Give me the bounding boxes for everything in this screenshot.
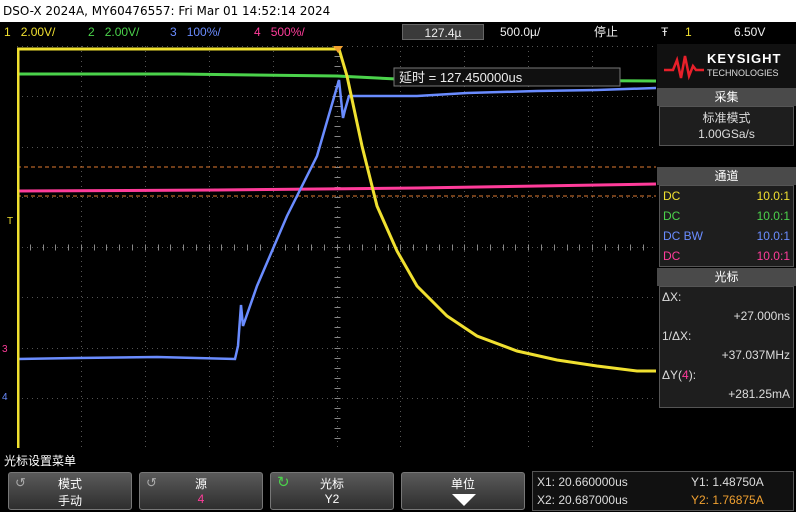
channel-4-ground-marker[interactable]: 4 — [2, 392, 8, 403]
inverse-delta-x-label: 1/ΔX: — [662, 329, 692, 343]
channel-3-info: DC BW 10.0:1 — [663, 227, 790, 245]
channel-4-scale[interactable]: 4 500%/ — [254, 22, 305, 42]
status-bar: 1 2.00V/ 2 2.00V/ 3 100%/ 4 500%/ 127.4µ 500… — [0, 22, 796, 42]
delta-x-value: +27.000ns — [733, 309, 790, 323]
channels-box: DC 10.0:1 DC 10.0:1 DC BW 10.0:1 DC 10.0:1 — [659, 185, 794, 267]
channel-number: 1 — [4, 25, 11, 39]
y1-readout: Y1: 1.48750A — [691, 475, 764, 489]
delta-y-label: ΔY(4): — [662, 366, 790, 384]
y2-readout: Y2: 1.76875A — [691, 493, 764, 507]
delta-y-label-start: ΔY( — [662, 368, 683, 382]
acquisition-box: 标准模式 1.00GSa/s — [659, 106, 794, 146]
probe-ratio: 10.0:1 — [756, 229, 790, 243]
channel-number: 3 — [170, 25, 177, 39]
graticule-ticks — [17, 46, 644, 439]
brand-subtitle: TECHNOLOGIES — [707, 68, 779, 78]
keysight-wave-icon — [664, 55, 704, 81]
coupling: DC — [663, 189, 681, 203]
delta-y-channel: 4 — [682, 368, 689, 382]
probe-ratio: 10.0:1 — [756, 209, 790, 223]
channel-scale-value: 2.00V/ — [20, 25, 56, 39]
channel-1-scale[interactable]: 1 2.00V/ — [4, 22, 55, 42]
softkey-value: 4 — [197, 492, 205, 506]
window-title: DSO-X 2024A, MY60476557: Fri Mar 01 14:5… — [0, 0, 796, 22]
channel-2-scale[interactable]: 2 2.00V/ — [88, 22, 139, 42]
softkey-title: 单位 — [450, 477, 475, 491]
cursors-softkey[interactable]: ↻ 光标 Y2 — [270, 472, 394, 510]
channel-number: 4 — [254, 25, 261, 39]
delta-y-value: +281.25mA — [728, 387, 790, 401]
coupling: DC — [663, 249, 681, 263]
x1-readout: X1: 20.660000us — [537, 475, 628, 489]
channel-1-info: DC 10.0:1 — [663, 187, 790, 205]
channel-4-trace — [17, 182, 656, 193]
channel-scale-value: 100%/ — [186, 25, 221, 39]
trigger-level[interactable]: 6.50V — [734, 22, 765, 42]
coupling: DC — [663, 209, 681, 223]
acquisition-header: 采集 — [657, 88, 796, 106]
coupling: DC BW — [663, 229, 703, 243]
submenu-arrow-icon — [452, 494, 476, 506]
softkey-value: 手动 — [57, 494, 82, 508]
channel-2-info: DC 10.0:1 — [663, 207, 790, 225]
waveform-graph: 延时 = 127.450000us — [17, 46, 656, 448]
info-panel: KEYSIGHT TECHNOLOGIES 采集 标准模式 1.00GSa/s … — [657, 44, 796, 450]
cursors-header: 光标 — [657, 268, 796, 286]
waveform-display[interactable]: 延时 = 127.450000us — [17, 46, 656, 448]
trigger-edge-icon: Ŧ — [661, 25, 669, 39]
trigger-source[interactable]: 1 — [685, 22, 692, 42]
channels-header: 通道 — [657, 167, 796, 185]
channel-3-scale[interactable]: 3 100%/ — [170, 22, 221, 42]
keysight-logo: KEYSIGHT TECHNOLOGIES — [657, 44, 796, 88]
delta-y-label-end: ): — [688, 368, 697, 382]
delay-label: 延时 = 127.450000us — [399, 70, 523, 85]
channel-scale-value: 500%/ — [270, 25, 305, 39]
softkey-title: 模式 — [57, 477, 82, 491]
channel-number: 2 — [88, 25, 95, 39]
source-softkey[interactable]: ↺ 源 4 — [139, 472, 263, 510]
menu-title: 光标设置菜单 — [4, 454, 77, 468]
softkey-value: Y2 — [324, 492, 340, 506]
run-state[interactable]: 停止 — [594, 22, 618, 42]
channel-1-trace — [17, 47, 656, 373]
units-softkey[interactable]: 单位 — [401, 472, 525, 510]
x2-readout: X2: 20.687000us — [537, 493, 628, 507]
mode-softkey[interactable]: ↺ 模式 手动 — [8, 472, 132, 510]
sample-rate: 1.00GSa/s — [698, 127, 755, 141]
softkey-title: 源 — [194, 477, 207, 491]
softkey-title: 光标 — [319, 477, 344, 491]
cursor-readout: X1: 20.660000us X2: 20.687000us Y1: 1.48… — [532, 471, 794, 511]
delta-x-label: ΔX: — [662, 290, 682, 304]
channel-4-info: DC 10.0:1 — [663, 247, 790, 265]
channel-scale-value: 2.00V/ — [104, 25, 140, 39]
time-scale[interactable]: 500.0µ/ — [500, 22, 540, 42]
brand-name: KEYSIGHT — [707, 51, 782, 66]
cursor-results-box: ΔX: +27.000ns 1/ΔX: +37.037MHz ΔY(4): +2… — [659, 286, 794, 408]
acquisition-mode: 标准模式 — [702, 111, 751, 125]
probe-ratio: 10.0:1 — [756, 249, 790, 263]
channel-3-ground-marker[interactable]: 3 — [2, 344, 8, 355]
timebase-delay[interactable]: 127.4µ — [402, 24, 484, 40]
inverse-delta-x-value: +37.037MHz — [721, 348, 790, 362]
trigger-level-marker[interactable]: T — [7, 216, 13, 227]
probe-ratio: 10.0:1 — [756, 189, 790, 203]
